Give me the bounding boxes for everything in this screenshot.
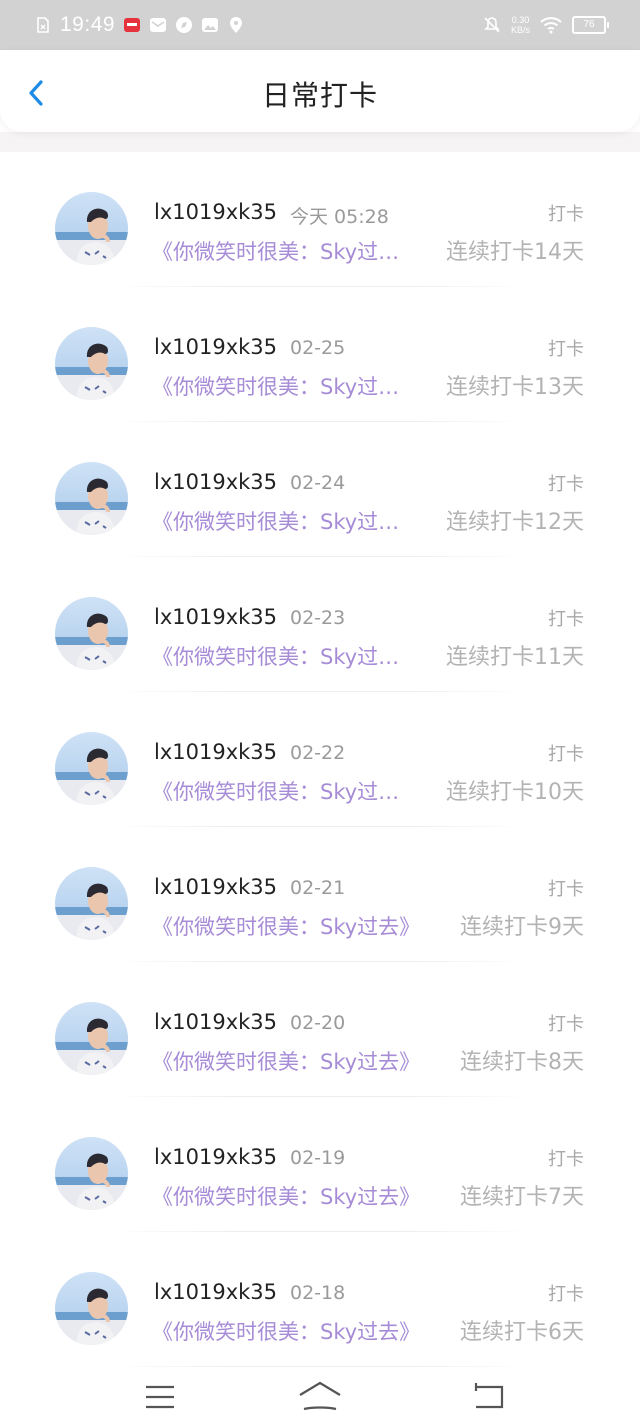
status-bar-left: 19:49 xyxy=(34,10,245,40)
checkin-time: 02-22 xyxy=(290,742,346,764)
checkin-tag: 打卡 xyxy=(548,879,584,900)
checkin-item[interactable]: lx1019xk35 今天 05:28 打卡 《你微笑时很美：Sky过… 连续打… xyxy=(0,152,640,287)
mail-icon xyxy=(150,18,167,32)
compass-icon xyxy=(176,17,193,33)
book-title-link[interactable]: 《你微笑时很美：Sky过… xyxy=(152,236,399,266)
checkin-time: 02-18 xyxy=(290,1282,346,1304)
avatar-image xyxy=(55,1137,128,1210)
avatar[interactable] xyxy=(55,462,128,535)
username[interactable]: lx1019xk35 xyxy=(154,740,277,764)
book-title-link[interactable]: 《你微笑时很美：Sky过去》 xyxy=(152,1046,420,1076)
book-title-link[interactable]: 《你微笑时很美：Sky过… xyxy=(152,506,399,536)
checkin-item[interactable]: lx1019xk35 02-22 打卡 《你微笑时很美：Sky过… 连续打卡10… xyxy=(0,692,640,827)
checkin-time: 02-20 xyxy=(290,1012,346,1034)
checkin-tag: 打卡 xyxy=(548,744,584,765)
avatar[interactable] xyxy=(55,327,128,400)
page-title: 日常打卡 xyxy=(261,79,378,112)
checkin-item[interactable]: lx1019xk35 02-21 打卡 《你微笑时很美：Sky过去》 连续打卡9… xyxy=(0,827,640,962)
streak-count: 连续打卡6天 xyxy=(460,1320,584,1345)
battery-icon: 76 xyxy=(572,16,609,34)
avatar[interactable] xyxy=(55,732,128,805)
avatar[interactable] xyxy=(55,1002,128,1075)
book-title-link[interactable]: 《你微笑时很美：Sky过… xyxy=(152,371,399,401)
checkin-tag: 打卡 xyxy=(548,609,584,630)
checkin-time: 02-23 xyxy=(290,607,346,629)
avatar-image xyxy=(55,732,128,805)
checkin-list: lx1019xk35 今天 05:28 打卡 《你微笑时很美：Sky过… 连续打… xyxy=(0,152,640,1367)
network-speed: 0.30 KB/s xyxy=(511,15,530,35)
avatar-image xyxy=(55,867,128,940)
checkin-tag: 打卡 xyxy=(548,474,584,495)
book-title-link[interactable]: 《你微笑时很美：Sky过… xyxy=(152,641,399,671)
checkin-item[interactable]: lx1019xk35 02-24 打卡 《你微笑时很美：Sky过… 连续打卡12… xyxy=(0,422,640,557)
checkin-time: 02-25 xyxy=(290,337,346,359)
status-time: 19:49 xyxy=(60,13,116,36)
avatar-image xyxy=(55,597,128,670)
wifi-icon xyxy=(540,17,562,34)
book-title-link[interactable]: 《你微笑时很美：Sky过去》 xyxy=(152,1181,420,1211)
avatar[interactable] xyxy=(55,1137,128,1210)
file-icon xyxy=(37,17,49,33)
checkin-item[interactable]: lx1019xk35 02-18 打卡 《你微笑时很美：Sky过去》 连续打卡6… xyxy=(0,1232,640,1367)
avatar[interactable] xyxy=(55,597,128,670)
return-icon xyxy=(474,1383,504,1409)
username[interactable]: lx1019xk35 xyxy=(154,335,277,359)
streak-count: 连续打卡12天 xyxy=(446,510,584,535)
avatar-image xyxy=(55,1002,128,1075)
username[interactable]: lx1019xk35 xyxy=(154,605,277,629)
checkin-tag: 打卡 xyxy=(548,339,584,360)
avatar[interactable] xyxy=(55,867,128,940)
book-title-link[interactable]: 《你微笑时很美：Sky过去》 xyxy=(152,911,420,941)
app-notification-icon xyxy=(124,18,141,32)
checkin-tag: 打卡 xyxy=(548,1284,584,1305)
avatar[interactable] xyxy=(55,192,128,265)
username[interactable]: lx1019xk35 xyxy=(154,875,277,899)
avatar-image xyxy=(55,1272,128,1345)
avatar[interactable] xyxy=(55,1272,128,1345)
username[interactable]: lx1019xk35 xyxy=(154,200,277,224)
streak-count: 连续打卡14天 xyxy=(446,240,584,265)
checkin-time: 02-24 xyxy=(290,472,346,494)
status-bar-right: 0.30 KB/s 76 xyxy=(483,10,609,40)
streak-count: 连续打卡8天 xyxy=(460,1050,584,1075)
network-speed-value: 0.30 xyxy=(511,15,530,25)
nav-home-button[interactable] xyxy=(298,1377,342,1417)
app-header: 日常打卡 xyxy=(0,50,640,132)
nav-back-button[interactable] xyxy=(468,1377,512,1417)
network-speed-unit: KB/s xyxy=(510,25,530,35)
nav-menu-button[interactable] xyxy=(138,1377,182,1417)
username[interactable]: lx1019xk35 xyxy=(154,470,277,494)
checkin-tag: 打卡 xyxy=(548,1149,584,1170)
system-nav-bar xyxy=(0,1367,640,1427)
checkin-time: 02-21 xyxy=(290,877,346,899)
username[interactable]: lx1019xk35 xyxy=(154,1145,277,1169)
streak-count: 连续打卡7天 xyxy=(460,1185,584,1210)
streak-count: 连续打卡11天 xyxy=(446,645,584,670)
streak-count: 连续打卡9天 xyxy=(460,915,584,940)
username[interactable]: lx1019xk35 xyxy=(154,1280,277,1304)
avatar-image xyxy=(55,462,128,535)
checkin-item[interactable]: lx1019xk35 02-20 打卡 《你微笑时很美：Sky过去》 连续打卡8… xyxy=(0,962,640,1097)
checkin-time: 今天 05:28 xyxy=(290,206,389,228)
avatar-image xyxy=(55,192,128,265)
image-icon xyxy=(202,18,219,32)
streak-count: 连续打卡10天 xyxy=(446,780,584,805)
checkin-time: 02-19 xyxy=(290,1147,346,1169)
streak-count: 连续打卡13天 xyxy=(446,375,584,400)
checkin-tag: 打卡 xyxy=(548,204,584,225)
menu-icon xyxy=(146,1385,174,1409)
username[interactable]: lx1019xk35 xyxy=(154,1010,277,1034)
checkin-item[interactable]: lx1019xk35 02-23 打卡 《你微笑时很美：Sky过… 连续打卡11… xyxy=(0,557,640,692)
header-divider xyxy=(0,132,640,152)
avatar-image xyxy=(55,327,128,400)
home-icon xyxy=(299,1381,341,1411)
status-bar: 19:49 0.30 KB/s 76 xyxy=(0,0,640,50)
location-icon xyxy=(230,17,243,33)
book-title-link[interactable]: 《你微笑时很美：Sky过… xyxy=(152,776,399,806)
checkin-item[interactable]: lx1019xk35 02-25 打卡 《你微笑时很美：Sky过… 连续打卡13… xyxy=(0,287,640,422)
mute-bell-icon xyxy=(484,17,500,33)
checkin-tag: 打卡 xyxy=(548,1014,584,1035)
checkin-item[interactable]: lx1019xk35 02-19 打卡 《你微笑时很美：Sky过去》 连续打卡7… xyxy=(0,1097,640,1232)
book-title-link[interactable]: 《你微笑时很美：Sky过去》 xyxy=(152,1316,420,1346)
